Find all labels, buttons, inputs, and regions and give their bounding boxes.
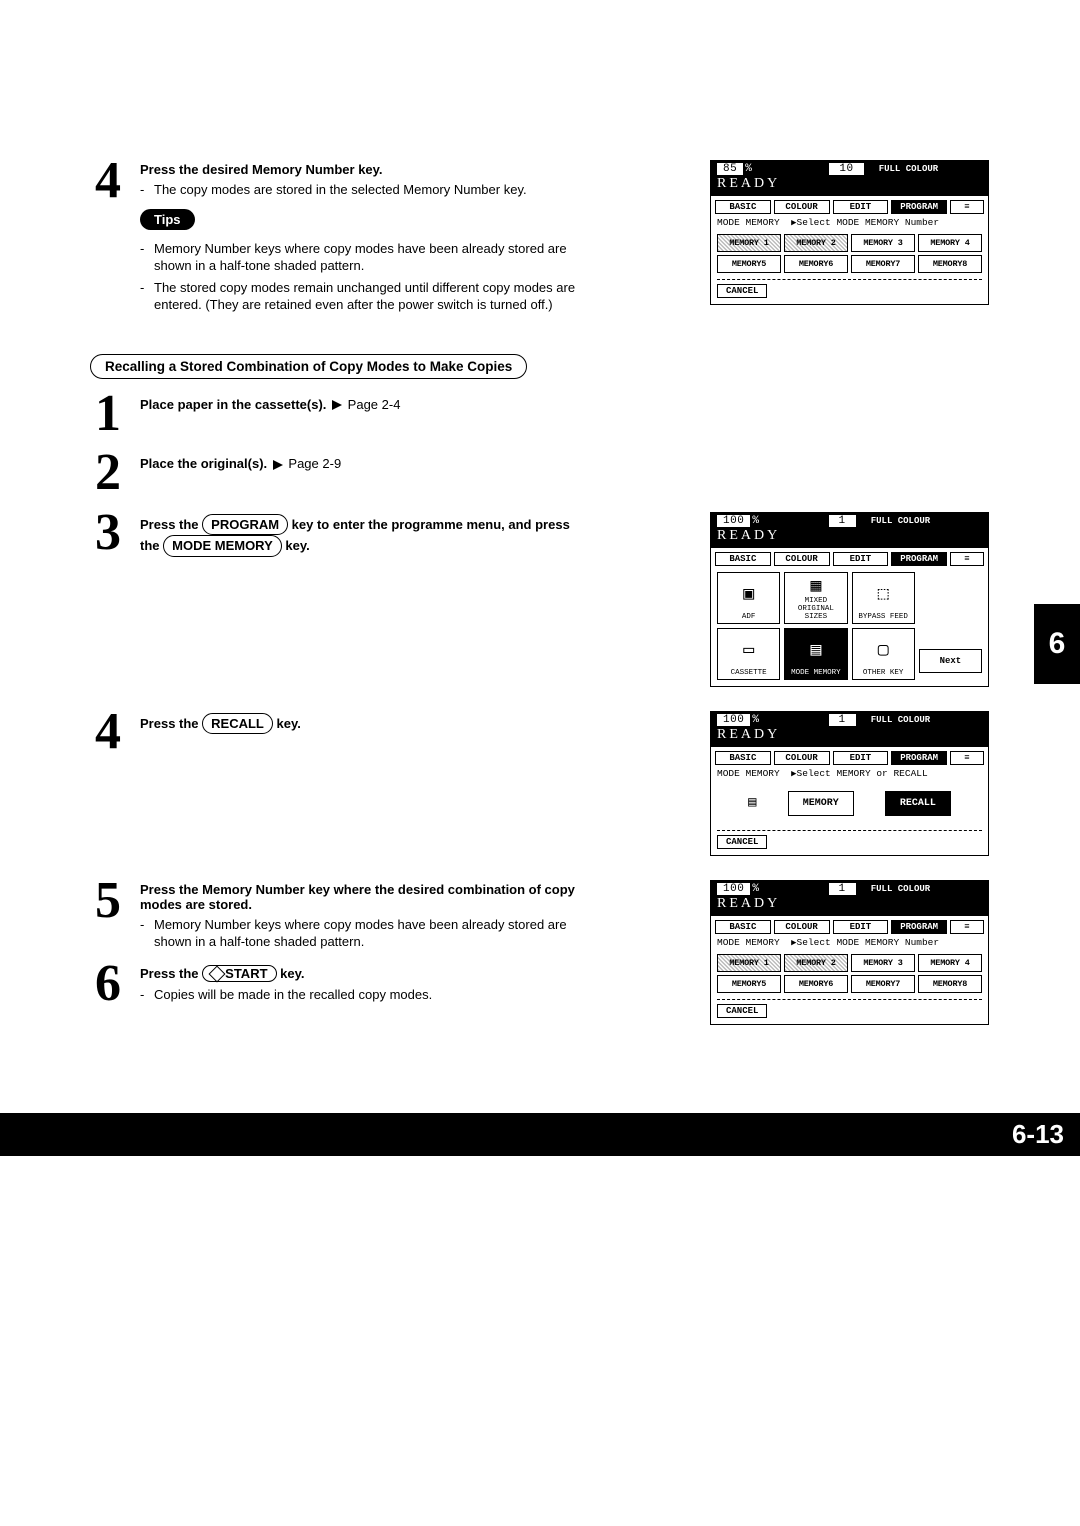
step4a-tip2: The stored copy modes remain unchanged u… — [140, 279, 580, 314]
memory-3-button[interactable]: MEMORY 3 — [851, 954, 915, 972]
memory-6-button[interactable]: MEMORY6 — [784, 975, 848, 993]
tab-colour[interactable]: COLOUR — [774, 920, 830, 934]
tab-edit[interactable]: EDIT — [833, 920, 889, 934]
step2-text: Place the original(s). — [140, 456, 267, 471]
memory-2-button[interactable]: MEMORY 2 — [784, 234, 848, 252]
step4a-bullet1: The copy modes are stored in the selecte… — [140, 181, 580, 199]
program-key: PROGRAM — [202, 514, 288, 536]
tab-help-icon[interactable]: ≡ — [950, 552, 984, 566]
page-number: 6-13 — [0, 1113, 1080, 1156]
memory-4-button[interactable]: MEMORY 4 — [918, 954, 982, 972]
prog-mode-memory-button[interactable]: ▤MODE MEMORY — [784, 628, 847, 680]
lcd1-fullcolour: FULL COLOUR — [879, 164, 938, 174]
tab-colour[interactable]: COLOUR — [774, 552, 830, 566]
step5-bullet: Memory Number keys where copy modes have… — [140, 916, 580, 951]
tab-program[interactable]: PROGRAM — [891, 552, 947, 566]
prog-mixed-sizes-button[interactable]: ▦MIXED ORIGINAL SIZES — [784, 572, 847, 624]
lcd-panel-recall-memory: 100% 1 FULL COLOUR READY BASIC COLOUR ED… — [710, 880, 989, 1025]
memory-6-button[interactable]: MEMORY6 — [784, 255, 848, 273]
tab-help-icon[interactable]: ≡ — [950, 200, 984, 214]
tips-badge: Tips — [140, 209, 195, 230]
step4a-tip1: Memory Number keys where copy modes have… — [140, 240, 580, 275]
tab-basic[interactable]: BASIC — [715, 751, 771, 765]
step-number-4b: 4 — [90, 711, 126, 753]
memory-2-button[interactable]: MEMORY 2 — [784, 954, 848, 972]
tab-help-icon[interactable]: ≡ — [950, 920, 984, 934]
tab-edit[interactable]: EDIT — [833, 552, 889, 566]
cancel-button[interactable]: CANCEL — [717, 284, 767, 298]
lcd1-copycount: 10 — [829, 163, 863, 175]
lcd-panel-memory-recall: 100% 1 FULL COLOUR READY BASIC COLOUR ED… — [710, 711, 989, 856]
step-number-4a: 4 — [90, 160, 126, 202]
recall-key: RECALL — [202, 713, 273, 735]
memory-1-button[interactable]: MEMORY 1 — [717, 954, 781, 972]
step2-ref: Page 2-9 — [288, 456, 341, 471]
tab-basic[interactable]: BASIC — [715, 200, 771, 214]
lcd-panel-program-menu: 100% 1 FULL COLOUR READY BASIC COLOUR ED… — [710, 512, 989, 687]
step-number-6: 6 — [90, 963, 126, 1005]
step5-title: Press the Memory Number key where the de… — [140, 882, 575, 912]
memory-5-button[interactable]: MEMORY5 — [717, 975, 781, 993]
step3-pre: Press the — [140, 517, 202, 532]
tab-edit[interactable]: EDIT — [833, 751, 889, 765]
step6-bullet: Copies will be made in the recalled copy… — [140, 986, 580, 1004]
memory-8-button[interactable]: MEMORY8 — [918, 255, 982, 273]
lcd-panel-store-memory: 85% 10 FULL COLOUR READY BASIC COLOUR ED… — [710, 160, 989, 305]
mode-memory-icon: ▤ — [748, 796, 756, 810]
recall-button[interactable]: RECALL — [885, 791, 951, 816]
step4a-title: Press the desired Memory Number key. — [140, 162, 383, 177]
step1-text: Place paper in the cassette(s). — [140, 397, 326, 412]
step3-post: key. — [282, 538, 310, 553]
pointer-icon — [332, 400, 342, 410]
prog-adf-button[interactable]: ▣ADF — [717, 572, 780, 624]
memory-3-button[interactable]: MEMORY 3 — [851, 234, 915, 252]
step-number-3: 3 — [90, 512, 126, 554]
memory-5-button[interactable]: MEMORY5 — [717, 255, 781, 273]
step1-ref: Page 2-4 — [348, 397, 401, 412]
start-key: START — [202, 965, 276, 982]
memory-1-button[interactable]: MEMORY 1 — [717, 234, 781, 252]
prog-other-key-button[interactable]: ▢OTHER KEY — [852, 628, 915, 680]
step-number-2: 2 — [90, 452, 126, 494]
tab-basic[interactable]: BASIC — [715, 552, 771, 566]
mode-memory-key: MODE MEMORY — [163, 535, 282, 557]
next-button[interactable]: Next — [919, 649, 982, 673]
memory-7-button[interactable]: MEMORY7 — [851, 255, 915, 273]
memory-button[interactable]: MEMORY — [788, 791, 854, 816]
memory-4-button[interactable]: MEMORY 4 — [918, 234, 982, 252]
tab-edit[interactable]: EDIT — [833, 200, 889, 214]
tab-program[interactable]: PROGRAM — [891, 200, 947, 214]
prog-bypass-feed-button[interactable]: ⬚BYPASS FEED — [852, 572, 915, 624]
tab-colour[interactable]: COLOUR — [774, 751, 830, 765]
tab-program[interactable]: PROGRAM — [891, 920, 947, 934]
pointer-icon — [273, 460, 283, 470]
step-number-5: 5 — [90, 880, 126, 922]
tab-basic[interactable]: BASIC — [715, 920, 771, 934]
lcd1-zoom: 85 — [717, 163, 743, 175]
lcd1-ready: READY — [717, 176, 982, 192]
step-number-1: 1 — [90, 393, 126, 435]
prog-cassette-button[interactable]: ▭CASSETTE — [717, 628, 780, 680]
section-heading-recall: Recalling a Stored Combination of Copy M… — [90, 354, 527, 379]
memory-8-button[interactable]: MEMORY8 — [918, 975, 982, 993]
tab-program[interactable]: PROGRAM — [891, 751, 947, 765]
tab-colour[interactable]: COLOUR — [774, 200, 830, 214]
cancel-button[interactable]: CANCEL — [717, 835, 767, 849]
memory-7-button[interactable]: MEMORY7 — [851, 975, 915, 993]
tab-help-icon[interactable]: ≡ — [950, 751, 984, 765]
cancel-button[interactable]: CANCEL — [717, 1004, 767, 1018]
